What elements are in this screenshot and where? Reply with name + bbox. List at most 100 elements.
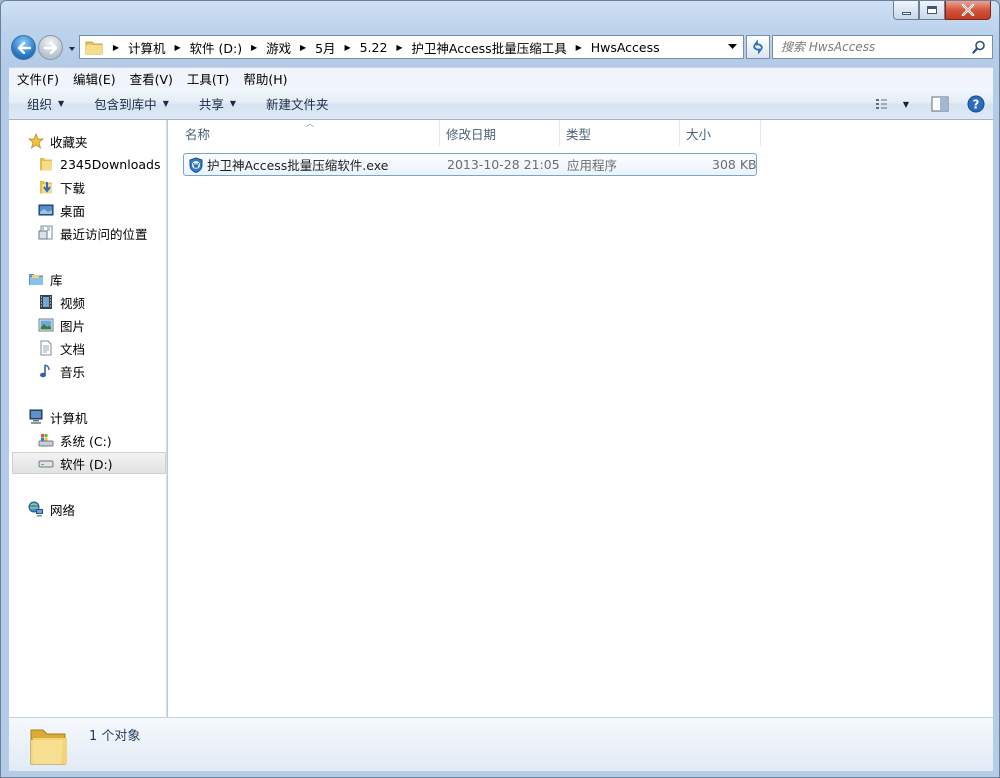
- breadcrumb-drive-d[interactable]: 软件 (D:): [187, 38, 246, 57]
- breadcrumb-separator-icon[interactable]: ▶: [169, 43, 187, 52]
- navigation-bar: ▶ 计算机 ▶ 软件 (D:) ▶ 游戏 ▶ 5月 ▶ 5.22 ▶ 护卫神Ac…: [9, 33, 993, 61]
- preview-pane-icon: [931, 96, 949, 112]
- breadcrumb-hwsaccess[interactable]: HwsAccess: [588, 40, 663, 55]
- nav-item-documents[interactable]: 文档: [9, 337, 167, 359]
- folder-icon: [85, 41, 103, 55]
- breadcrumb-games[interactable]: 游戏: [263, 38, 294, 57]
- file-type: 应用程序: [567, 158, 618, 173]
- maximize-button[interactable]: [919, 1, 945, 20]
- column-modified[interactable]: 修改日期: [441, 120, 560, 146]
- menu-edit[interactable]: 编辑(E): [65, 68, 122, 88]
- nav-item-label: 系统 (C:): [60, 433, 112, 449]
- column-name[interactable]: 名称: [180, 120, 440, 146]
- preview-pane-button[interactable]: [931, 92, 949, 116]
- menu-tools[interactable]: 工具(T): [179, 68, 235, 88]
- menu-help[interactable]: 帮助(H): [235, 68, 293, 88]
- refresh-button[interactable]: [746, 35, 770, 59]
- forward-button[interactable]: [38, 35, 63, 60]
- close-button[interactable]: [945, 1, 991, 20]
- nav-libraries[interactable]: 库: [9, 268, 167, 290]
- back-button[interactable]: [11, 35, 36, 60]
- nav-item-label: 图片: [60, 318, 86, 334]
- help-button[interactable]: ?: [967, 92, 985, 116]
- nav-item-system-c[interactable]: 系统 (C:): [9, 429, 167, 451]
- organize-button[interactable]: 组织 ▼: [9, 92, 74, 116]
- nav-item-2345downloads[interactable]: 2345Downloads: [9, 153, 167, 175]
- breadcrumb-5-22[interactable]: 5.22: [357, 40, 391, 55]
- chevron-down-icon: ▼: [229, 99, 237, 108]
- breadcrumb-separator-icon[interactable]: ▶: [390, 43, 408, 52]
- column-type-label: 类型: [566, 126, 592, 142]
- address-bar[interactable]: ▶ 计算机 ▶ 软件 (D:) ▶ 游戏 ▶ 5月 ▶ 5.22 ▶ 护卫神Ac…: [79, 35, 744, 59]
- new-folder-label: 新建文件夹: [266, 97, 329, 112]
- star-icon: [28, 133, 44, 149]
- chevron-down-icon: ▼: [58, 99, 65, 108]
- network-icon: [28, 501, 44, 517]
- search-box: [772, 35, 993, 59]
- nav-favorites[interactable]: 收藏夹: [9, 130, 167, 152]
- menu-view[interactable]: 查看(V): [122, 68, 179, 88]
- music-note-icon: [38, 363, 54, 379]
- nav-computer[interactable]: 计算机: [9, 406, 167, 428]
- minimize-icon: [901, 11, 911, 15]
- breadcrumb-separator-icon[interactable]: ▶: [245, 43, 263, 52]
- window-controls: [893, 1, 991, 20]
- nav-network-label: 网络: [50, 502, 76, 518]
- nav-item-recent-places[interactable]: 最近访问的位置: [9, 222, 167, 244]
- nav-item-music[interactable]: 音乐: [9, 360, 167, 382]
- video-icon: [38, 294, 54, 310]
- column-name-label: 名称: [185, 126, 211, 142]
- breadcrumb-computer[interactable]: 计算机: [125, 38, 169, 57]
- document-icon: [38, 340, 54, 356]
- column-size[interactable]: 大小: [681, 120, 761, 146]
- recent-places-icon: [38, 225, 54, 241]
- breadcrumb-tool-folder[interactable]: 护卫神Access批量压缩工具: [408, 38, 569, 57]
- nav-item-label: 桌面: [60, 203, 86, 219]
- nav-item-downloads[interactable]: 下载: [9, 176, 167, 198]
- column-type[interactable]: 类型: [561, 120, 680, 146]
- picture-icon: [38, 317, 54, 333]
- nav-network[interactable]: 网络: [9, 498, 167, 520]
- chevron-down-icon[interactable]: ▼: [903, 100, 909, 109]
- view-controls: ▼ ?: [875, 92, 985, 116]
- downloads-icon: [38, 179, 54, 195]
- table-row[interactable]: 护卫神Access批量压缩软件.exe 2013-10-28 21:05 应用程…: [183, 153, 757, 176]
- minimize-button[interactable]: [893, 1, 919, 20]
- nav-item-desktop[interactable]: 桌面: [9, 199, 167, 221]
- help-icon: ?: [967, 95, 985, 113]
- chevron-down-icon: [727, 44, 737, 49]
- breadcrumb-separator-icon[interactable]: ▶: [339, 43, 357, 52]
- breadcrumb-may[interactable]: 5月: [312, 38, 338, 57]
- search-icon[interactable]: [972, 40, 986, 54]
- share-label: 共享: [198, 97, 224, 112]
- details-pane: 1 个对象: [9, 717, 993, 771]
- breadcrumb-separator-icon[interactable]: ▶: [107, 43, 125, 52]
- new-folder-button[interactable]: 新建文件夹: [246, 92, 339, 116]
- search-input[interactable]: [773, 36, 983, 58]
- column-header: ︿ 名称 修改日期 类型 大小: [168, 119, 993, 146]
- file-icon-cell: [188, 154, 204, 175]
- nav-item-pictures[interactable]: 图片: [9, 314, 167, 336]
- application-icon: [189, 156, 203, 173]
- recent-pages-dropdown[interactable]: [67, 43, 77, 53]
- menu-file[interactable]: 文件(F): [9, 68, 65, 88]
- change-view-button[interactable]: ▼: [875, 92, 909, 116]
- file-name: 护卫神Access批量压缩软件.exe: [207, 158, 389, 173]
- breadcrumb-separator-icon[interactable]: ▶: [294, 43, 312, 52]
- breadcrumb-separator-icon[interactable]: ▶: [570, 43, 588, 52]
- desktop-icon: [38, 202, 54, 218]
- arrow-left-icon: [17, 41, 31, 54]
- include-in-library-button[interactable]: 包含到库中 ▼: [74, 92, 179, 116]
- nav-computer-label: 计算机: [50, 410, 88, 426]
- navigation-pane: 收藏夹 2345Downloads 下载 桌面 最近访问的位置 库 视频 图片 …: [9, 120, 167, 717]
- refresh-icon: [753, 40, 763, 54]
- chevron-down-icon: [69, 47, 75, 51]
- nav-item-videos[interactable]: 视频: [9, 291, 167, 313]
- folder-icon: [30, 729, 67, 765]
- share-button[interactable]: 共享 ▼: [179, 92, 246, 116]
- close-icon: [961, 4, 975, 16]
- nav-item-software-d[interactable]: 软件 (D:): [12, 452, 166, 474]
- nav-item-label: 最近访问的位置: [60, 226, 148, 242]
- column-size-label: 大小: [686, 126, 712, 142]
- address-history-dropdown[interactable]: [723, 36, 741, 58]
